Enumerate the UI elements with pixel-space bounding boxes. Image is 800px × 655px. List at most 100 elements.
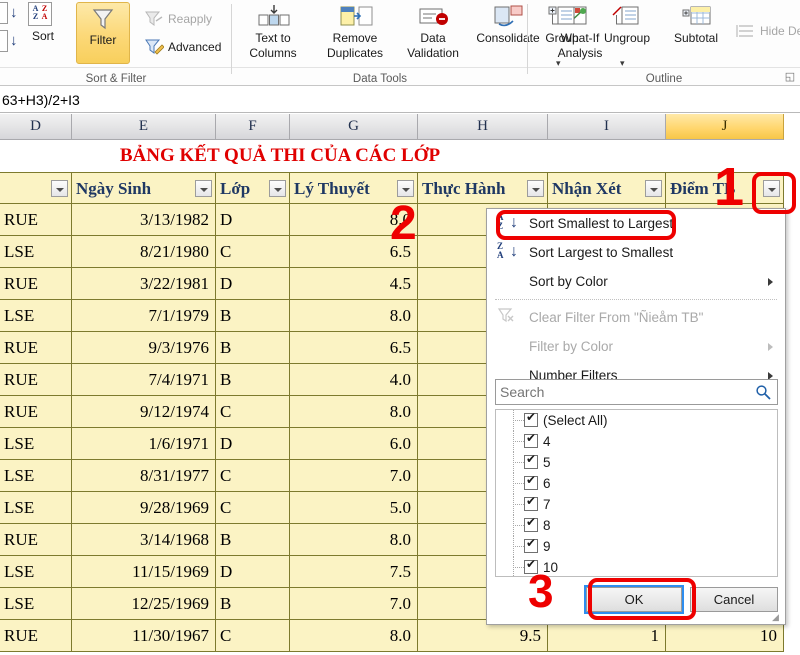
table-cell[interactable]: D <box>216 268 290 300</box>
search-input[interactable] <box>500 380 750 404</box>
table-header-cell[interactable]: Lớp <box>216 172 290 204</box>
filter-dropdown-button-g[interactable] <box>397 180 414 197</box>
table-cell[interactable]: 8.0 <box>290 620 418 652</box>
table-cell[interactable]: C <box>216 460 290 492</box>
table-cell[interactable]: 9/28/1969 <box>72 492 216 524</box>
table-cell[interactable]: RUE <box>0 204 72 236</box>
filter-value-item[interactable]: 4 <box>496 431 777 452</box>
table-cell[interactable]: B <box>216 300 290 332</box>
table-cell[interactable]: 7.5 <box>290 556 418 588</box>
table-cell[interactable]: LSE <box>0 236 72 268</box>
table-cell[interactable]: B <box>216 588 290 620</box>
column-header-j[interactable]: J <box>666 114 784 140</box>
checkbox-checked-icon[interactable] <box>524 455 538 469</box>
table-cell[interactable]: 8/31/1977 <box>72 460 216 492</box>
table-cell[interactable]: LSE <box>0 428 72 460</box>
filter-value-item[interactable]: 8 <box>496 515 777 536</box>
checkbox-checked-icon[interactable] <box>524 518 538 532</box>
cancel-button[interactable]: Cancel <box>690 587 778 612</box>
table-cell[interactable]: 11/30/1967 <box>72 620 216 652</box>
table-cell[interactable]: LSE <box>0 588 72 620</box>
table-header-cell[interactable]: Ngày Sinh <box>72 172 216 204</box>
table-cell[interactable]: 4.0 <box>290 364 418 396</box>
filter-search-box[interactable] <box>495 379 778 405</box>
table-cell[interactable]: 7.0 <box>290 460 418 492</box>
outline-dialog-launcher[interactable]: ◱ <box>784 72 796 84</box>
table-cell[interactable]: LSE <box>0 460 72 492</box>
menu-item[interactable]: ZA↓Sort Largest to Smallest <box>487 238 785 267</box>
table-cell[interactable]: 6.0 <box>290 428 418 460</box>
table-cell[interactable]: RUE <box>0 524 72 556</box>
column-header-f[interactable]: F <box>216 114 290 140</box>
table-cell[interactable]: 1/6/1971 <box>72 428 216 460</box>
table-cell[interactable]: 7/4/1971 <box>72 364 216 396</box>
table-cell[interactable]: RUE <box>0 268 72 300</box>
table-cell[interactable]: C <box>216 236 290 268</box>
column-header-h[interactable]: H <box>418 114 548 140</box>
filter-value-item[interactable]: (Select All) <box>496 410 777 431</box>
formula-bar[interactable]: 63+H3)/2+I3 <box>0 87 800 113</box>
checkbox-checked-icon[interactable] <box>524 434 538 448</box>
table-cell[interactable]: D <box>216 204 290 236</box>
table-header-cell[interactable]: Nhận Xét <box>548 172 666 204</box>
table-cell[interactable]: LSE <box>0 492 72 524</box>
table-cell[interactable]: B <box>216 364 290 396</box>
table-cell[interactable]: 8/21/1980 <box>72 236 216 268</box>
checkbox-checked-icon[interactable] <box>524 539 538 553</box>
table-cell[interactable]: B <box>216 524 290 556</box>
table-cell[interactable]: 9/3/1976 <box>72 332 216 364</box>
filter-dropdown-button-e[interactable] <box>195 180 212 197</box>
table-cell[interactable]: D <box>216 428 290 460</box>
table-cell[interactable]: 4.5 <box>290 268 418 300</box>
table-cell[interactable]: 5.0 <box>290 492 418 524</box>
table-header-cell[interactable]: Thực Hành <box>418 172 548 204</box>
table-cell[interactable]: 3/22/1981 <box>72 268 216 300</box>
text-to-columns-button[interactable]: Text to Columns <box>238 30 308 60</box>
filter-dropdown-button-f[interactable] <box>269 180 286 197</box>
ungroup-button[interactable]: Ungroup <box>594 30 660 45</box>
reapply-button[interactable]: Reapply <box>168 12 212 26</box>
subtotal-button[interactable]: Subtotal <box>664 30 728 45</box>
table-cell[interactable]: LSE <box>0 556 72 588</box>
table-cell[interactable]: D <box>216 556 290 588</box>
table-cell[interactable]: 7.0 <box>290 588 418 620</box>
remove-duplicates-button[interactable]: Remove Duplicates <box>314 30 396 60</box>
hide-detail-button[interactable]: Hide Detail <box>760 24 800 38</box>
table-header-cell[interactable] <box>0 172 72 204</box>
table-cell[interactable]: 11/15/1969 <box>72 556 216 588</box>
table-cell[interactable]: 8.0 <box>290 524 418 556</box>
menu-item[interactable]: Sort by Color <box>487 267 785 296</box>
filter-value-item[interactable]: 6 <box>496 473 777 494</box>
table-cell[interactable]: 8.0 <box>290 396 418 428</box>
checkbox-checked-icon[interactable] <box>524 413 538 427</box>
column-header-i[interactable]: I <box>548 114 666 140</box>
table-cell[interactable]: LSE <box>0 300 72 332</box>
table-cell[interactable]: 3/13/1982 <box>72 204 216 236</box>
table-cell[interactable]: 9/12/1974 <box>72 396 216 428</box>
filter-dropdown-button-h[interactable] <box>527 180 544 197</box>
filter-value-item[interactable]: 5 <box>496 452 777 473</box>
column-header-g[interactable]: G <box>290 114 418 140</box>
table-cell[interactable]: 12/25/1969 <box>72 588 216 620</box>
column-header-e[interactable]: E <box>72 114 216 140</box>
table-cell[interactable]: C <box>216 492 290 524</box>
table-cell[interactable]: 3/14/1968 <box>72 524 216 556</box>
checkbox-checked-icon[interactable] <box>524 476 538 490</box>
table-cell[interactable]: RUE <box>0 364 72 396</box>
table-cell[interactable]: B <box>216 332 290 364</box>
advanced-button[interactable]: Advanced <box>168 40 221 54</box>
filter-button[interactable]: Filter <box>76 2 130 64</box>
filter-value-item[interactable]: 9 <box>496 536 777 557</box>
table-cell[interactable]: 6.5 <box>290 332 418 364</box>
filter-dropdown-button-d[interactable] <box>51 180 68 197</box>
sort-za-icon[interactable]: ZA <box>0 30 8 52</box>
table-cell[interactable]: C <box>216 396 290 428</box>
table-cell[interactable]: RUE <box>0 620 72 652</box>
table-cell[interactable]: 7/1/1979 <box>72 300 216 332</box>
column-header-d[interactable]: D <box>0 114 72 140</box>
group-button[interactable]: Group <box>534 30 590 45</box>
resize-grip-icon[interactable]: ◢ <box>772 612 782 622</box>
filter-dropdown-button-i[interactable] <box>645 180 662 197</box>
table-cell[interactable]: C <box>216 620 290 652</box>
filter-value-item[interactable]: 7 <box>496 494 777 515</box>
